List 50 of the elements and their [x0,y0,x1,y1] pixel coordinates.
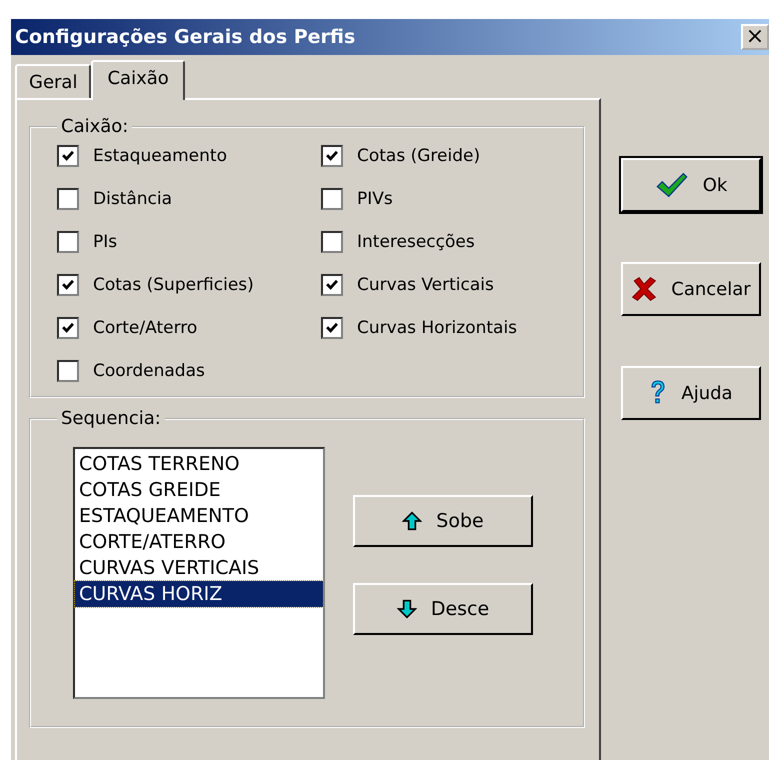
cross-icon [631,276,658,302]
checkbox[interactable] [321,274,343,296]
list-item[interactable]: COTAS TERRENO [75,451,323,477]
checkbox[interactable] [321,317,343,339]
group-label: Sequencia: [60,408,162,429]
checkbox[interactable] [57,274,79,296]
checkmark-icon [325,149,339,163]
checkbox-label: Corte/Aterro [93,318,198,338]
check-icon [654,172,689,198]
list-item[interactable]: ESTAQUEAMENTO [75,503,323,529]
window-title: Configurações Gerais dos Perfis [15,26,356,48]
dialog-button[interactable]: Cancelar [621,262,761,316]
move-button[interactable]: Desce [353,583,533,635]
checkbox-label: Curvas Verticais [357,275,494,295]
list-box[interactable]: COTAS TERRENO COTAS GREIDE ESTAQUEAMENTO CORTE/ATERRO CURVAS VERTICAIS CURVAS HORIZ [73,447,325,699]
group-label: Caixão: [60,116,130,137]
checkbox[interactable] [321,188,343,210]
up-arrow-icon [402,511,422,531]
tab[interactable]: Caixão [91,60,185,100]
checkbox-label: PIVs [357,189,393,209]
checkbox-label: PIs [93,232,118,252]
checkmark-icon [61,149,75,163]
checkmark-icon [61,321,75,335]
dialog-button[interactable]: Ok [621,158,761,212]
list-item[interactable]: CURVAS VERTICAIS [75,555,323,581]
list-item[interactable]: COTAS GREIDE [75,477,323,503]
checkbox-label: Cotas (Greide) [357,146,480,166]
dialog-button[interactable]: Ajuda [621,366,761,420]
checkbox-label: Interesecções [357,232,475,252]
checkbox[interactable] [57,231,79,253]
move-button[interactable]: Sobe [353,495,533,547]
checkmark-icon [325,321,339,335]
tab[interactable]: Geral [15,64,92,98]
checkmark-icon [325,278,339,292]
checkmark-icon [61,278,75,292]
checkbox[interactable] [57,360,79,382]
list-item[interactable]: CORTE/ATERRO [75,529,323,555]
list-item[interactable]: CURVAS HORIZ [75,581,323,607]
checkbox-label: Coordenadas [93,361,205,381]
checkbox-label: Estaqueamento [93,146,227,166]
checkbox[interactable] [57,188,79,210]
checkbox[interactable] [321,145,343,167]
down-arrow-icon [396,599,417,619]
checkbox-label: Distância [93,189,172,209]
checkbox[interactable] [57,317,79,339]
close-button[interactable]: × [741,24,769,50]
checkbox[interactable] [57,145,79,167]
checkbox-label: Cotas (Superficies) [93,275,254,295]
checkbox[interactable] [321,231,343,253]
checkbox-label: Curvas Horizontais [357,318,518,338]
